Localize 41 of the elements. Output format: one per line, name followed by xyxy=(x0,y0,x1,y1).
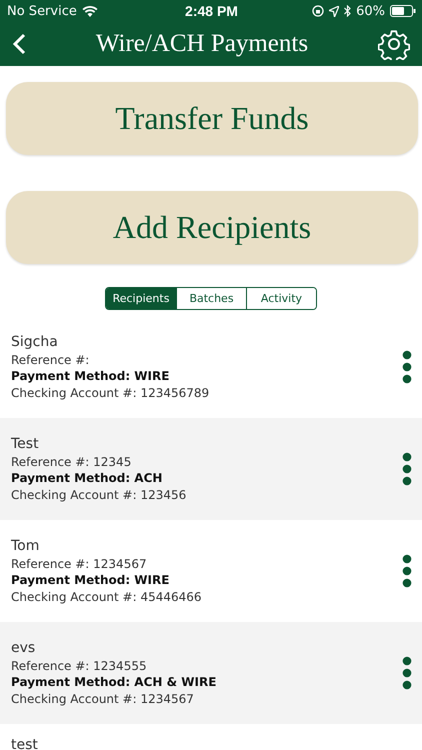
rotation-lock-icon xyxy=(312,5,324,17)
more-icon[interactable] xyxy=(402,554,412,588)
bluetooth-icon xyxy=(344,5,352,17)
recipient-row[interactable]: Sigcha Reference #: Payment Method: WIRE Checking Account #: 123456789 xyxy=(0,316,422,418)
recipient-row[interactable]: Test Reference #: 12345 Payment Method: ACH Checking Account #: 123456 xyxy=(0,418,422,520)
segment-tab[interactable]: Activity xyxy=(246,288,316,309)
reference-text: Reference #: 1234555 xyxy=(11,658,148,673)
recipient-row[interactable]: evs Reference #: 1234555 Payment Method: ACH & WIRE Checking Account #: 1234567 xyxy=(0,622,422,724)
account-text: Checking Account #: 123456 xyxy=(11,488,188,502)
recipient-row[interactable]: Tom Reference #: 1234567 Payment Method: WIRE Checking Account #: 45446466 xyxy=(0,520,422,622)
recipient-name: evs xyxy=(11,640,36,656)
recipient-name: test xyxy=(11,737,39,750)
recipient-name: Tom xyxy=(11,538,40,554)
back-icon[interactable] xyxy=(12,33,26,55)
account-text: Checking Account #: 123456789 xyxy=(11,386,210,400)
recipient-name: Sigcha xyxy=(11,334,59,350)
action-button[interactable]: Add Recipients xyxy=(6,191,418,264)
account-text: Checking Account #: 45446466 xyxy=(11,590,203,604)
more-icon[interactable] xyxy=(402,350,412,384)
segment-tab[interactable]: Recipients xyxy=(106,288,176,309)
more-icon[interactable] xyxy=(402,452,412,486)
action-button[interactable]: Transfer Funds xyxy=(6,82,418,155)
location-icon xyxy=(329,6,340,16)
payment-method-text: Payment Method: WIRE xyxy=(11,369,170,384)
battery-label: 60% xyxy=(356,4,386,18)
payment-method-text: Payment Method: ACH xyxy=(11,471,164,486)
battery-icon xyxy=(390,5,416,17)
carrier-label: No Service xyxy=(7,4,77,18)
payment-method-text: Payment Method: WIRE xyxy=(11,573,170,588)
wifi-icon xyxy=(82,5,98,17)
account-text: Checking Account #: 1234567 xyxy=(11,692,195,706)
recipient-row[interactable]: test xyxy=(0,724,422,750)
reference-text: Reference #: 1234567 xyxy=(11,556,148,571)
reference-text: Reference #: 12345 xyxy=(11,454,132,469)
reference-text: Reference #: xyxy=(11,352,90,367)
screen-title: Wire/ACH Payments xyxy=(94,30,310,58)
clock-label: 2:48 PM xyxy=(185,3,238,19)
more-icon[interactable] xyxy=(402,656,412,690)
recipient-name: Test xyxy=(11,436,40,452)
payment-method-text: Payment Method: ACH & WIRE xyxy=(11,675,218,690)
settings-icon[interactable] xyxy=(378,28,410,60)
